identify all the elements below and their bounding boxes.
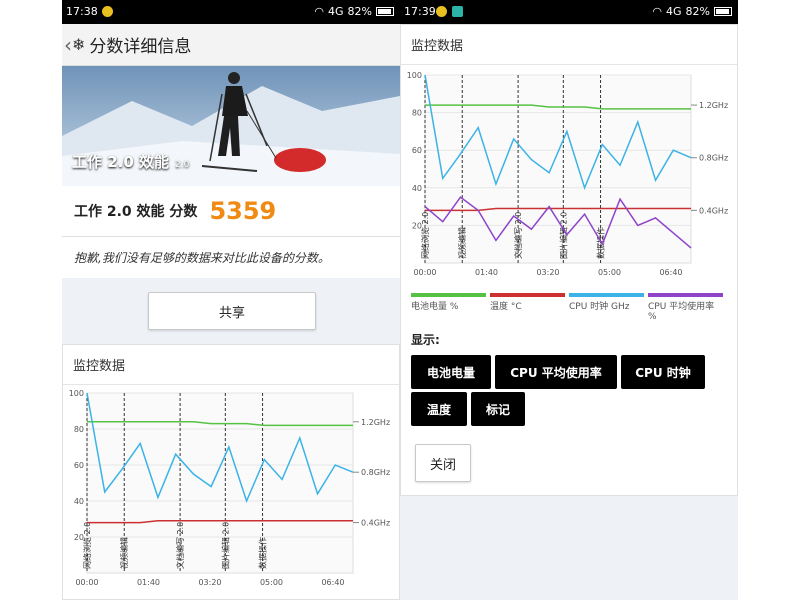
- monitor-title: 监控数据: [63, 345, 399, 385]
- score-value: 5359: [209, 197, 277, 225]
- notification-icon: [436, 6, 447, 17]
- right-tick-label: 1.2GHz: [699, 101, 728, 110]
- status-bar: 17:39 ◠ 4G 82%: [400, 0, 738, 24]
- toggle-temperature[interactable]: 温度: [411, 392, 467, 426]
- monitor-title: 监控数据: [401, 25, 737, 65]
- x-tick-label: 03:20: [536, 268, 559, 277]
- right-tick-label: 0.8GHz: [699, 154, 728, 163]
- legend-label: CPU 平均使用率 %: [648, 302, 715, 322]
- monitor-dialog: 监控数据 20 40 60 80 100 00:00 01:40 03:20 05:00 06:4…: [400, 24, 738, 496]
- y-tick-label: 60: [412, 146, 422, 155]
- network-type: 4G: [666, 5, 682, 18]
- wifi-icon: ◠: [652, 5, 663, 18]
- monitor-chart: 2040608010000:00 01:40 03:20 05:00 06:401.2G…: [69, 389, 390, 587]
- network-type: 4G: [328, 5, 344, 18]
- hero-title: 工作 2.0 效能: [72, 153, 170, 171]
- y-tick-label: 40: [74, 497, 84, 506]
- legend-cpu-usage: CPU 平均使用率 %: [648, 293, 723, 322]
- x-tick-label: 06:40: [659, 268, 682, 277]
- legend-temperature: 温度 °C: [490, 293, 565, 322]
- marker-label: 视频编辑: [457, 227, 467, 259]
- page-title: 分数详细信息: [89, 37, 192, 57]
- legend-swatch: [648, 293, 723, 297]
- share-area: 共享: [62, 278, 400, 342]
- battery-icon: [376, 7, 394, 16]
- x-tick-label: 00:00: [413, 268, 436, 277]
- legend-swatch: [411, 293, 486, 297]
- marker-label: 图片编辑 2.0: [220, 522, 230, 569]
- toggle-cpu-usage[interactable]: CPU 平均使用率: [495, 355, 617, 389]
- marker-label: 网络浏览 2.0: [420, 212, 430, 259]
- y-tick-label: 40: [412, 184, 422, 193]
- hero-image: 工作 2.0 效能 2.0: [62, 66, 400, 186]
- y-tick-label: 100: [69, 389, 84, 398]
- y-tick-label: 60: [74, 461, 84, 470]
- y-tick-label: 80: [412, 109, 422, 118]
- hero-caption: 工作 2.0 效能 2.0: [72, 151, 189, 172]
- x-tick-label: 00:00: [75, 578, 98, 587]
- marker-label: 数据操作: [596, 227, 606, 259]
- toggle-markers[interactable]: 标记: [471, 392, 525, 426]
- battery-icon: [714, 7, 732, 16]
- x-tick-label: 01:40: [137, 578, 160, 587]
- close-button[interactable]: 关闭: [415, 444, 471, 482]
- score-label: 工作 2.0 效能 分数: [74, 204, 198, 220]
- chart-legend: 电池电量 % 温度 °C CPU 时钟 GHz CPU 平均使用率 %: [411, 293, 723, 322]
- toggle-battery[interactable]: 电池电量: [411, 355, 491, 389]
- right-tick-label: 0.8GHz: [361, 468, 390, 477]
- legend-label: CPU 时钟 GHz: [569, 302, 630, 312]
- score-row: 工作 2.0 效能 分数 5359: [62, 186, 400, 236]
- back-icon[interactable]: ‹: [64, 33, 72, 57]
- notification-icon: [102, 6, 113, 17]
- right-tick-label: 0.4GHz: [699, 206, 728, 215]
- app-toolbar: ‹ ❄ 分数详细信息: [62, 24, 400, 66]
- legend-label: 温度 °C: [490, 302, 522, 312]
- x-tick-label: 06:40: [321, 578, 344, 587]
- y-tick-label: 80: [74, 425, 84, 434]
- toggle-cpu-clock[interactable]: CPU 时钟: [621, 355, 705, 389]
- right-tick-label: 0.4GHz: [361, 519, 390, 528]
- right-tick-label: 1.2GHz: [361, 418, 390, 427]
- monitor-card: 监控数据 20 40 60 80 100 00:00 01:40 03:20 05:00 06:4…: [62, 344, 400, 600]
- show-label: 显示:: [411, 333, 440, 347]
- x-tick-label: 03:20: [198, 578, 221, 587]
- share-button[interactable]: 共享: [148, 292, 316, 330]
- legend-swatch: [569, 293, 644, 297]
- comparison-message: 抱歉,我们没有足够的数据来对比此设备的分数。: [62, 236, 400, 278]
- right-screen: 17:39 ◠ 4G 82% 监控数据 20 40 60 80 100 00:00 01:4…: [400, 0, 738, 600]
- marker-label: 视频编辑: [119, 537, 129, 569]
- legend-cpu-clock: CPU 时钟 GHz: [569, 293, 644, 322]
- legend-label: 电池电量 %: [411, 302, 459, 312]
- marker-label: 文档编写 2.0: [175, 522, 185, 569]
- status-bar: 17:38 ◠ 4G 82%: [62, 0, 400, 24]
- battery-percent: 82%: [347, 5, 372, 18]
- monitor-chart: 2040608010000:00 01:40 03:20 05:00 06:401.2G…: [407, 71, 728, 277]
- left-screen: 17:38 ◠ 4G 82% ‹ ❄ 分数详细信息 工作 2.0 效能 2.0 …: [62, 0, 400, 600]
- marker-label: 网络浏览 2.0: [82, 522, 92, 569]
- battery-percent: 82%: [685, 5, 710, 18]
- y-tick-label: 100: [407, 71, 422, 80]
- hero-version: 2.0: [175, 160, 190, 170]
- status-time: 17:38: [66, 5, 98, 18]
- status-time: 17:39: [404, 5, 436, 18]
- x-tick-label: 05:00: [598, 268, 621, 277]
- legend-swatch: [490, 293, 565, 297]
- legend-battery: 电池电量 %: [411, 293, 486, 322]
- marker-label: 数据操作: [258, 537, 268, 569]
- x-tick-label: 01:40: [475, 268, 498, 277]
- app-logo-icon: ❄: [72, 35, 86, 54]
- x-tick-label: 05:00: [260, 578, 283, 587]
- wifi-icon: ◠: [314, 5, 325, 18]
- app-icon: [452, 6, 463, 17]
